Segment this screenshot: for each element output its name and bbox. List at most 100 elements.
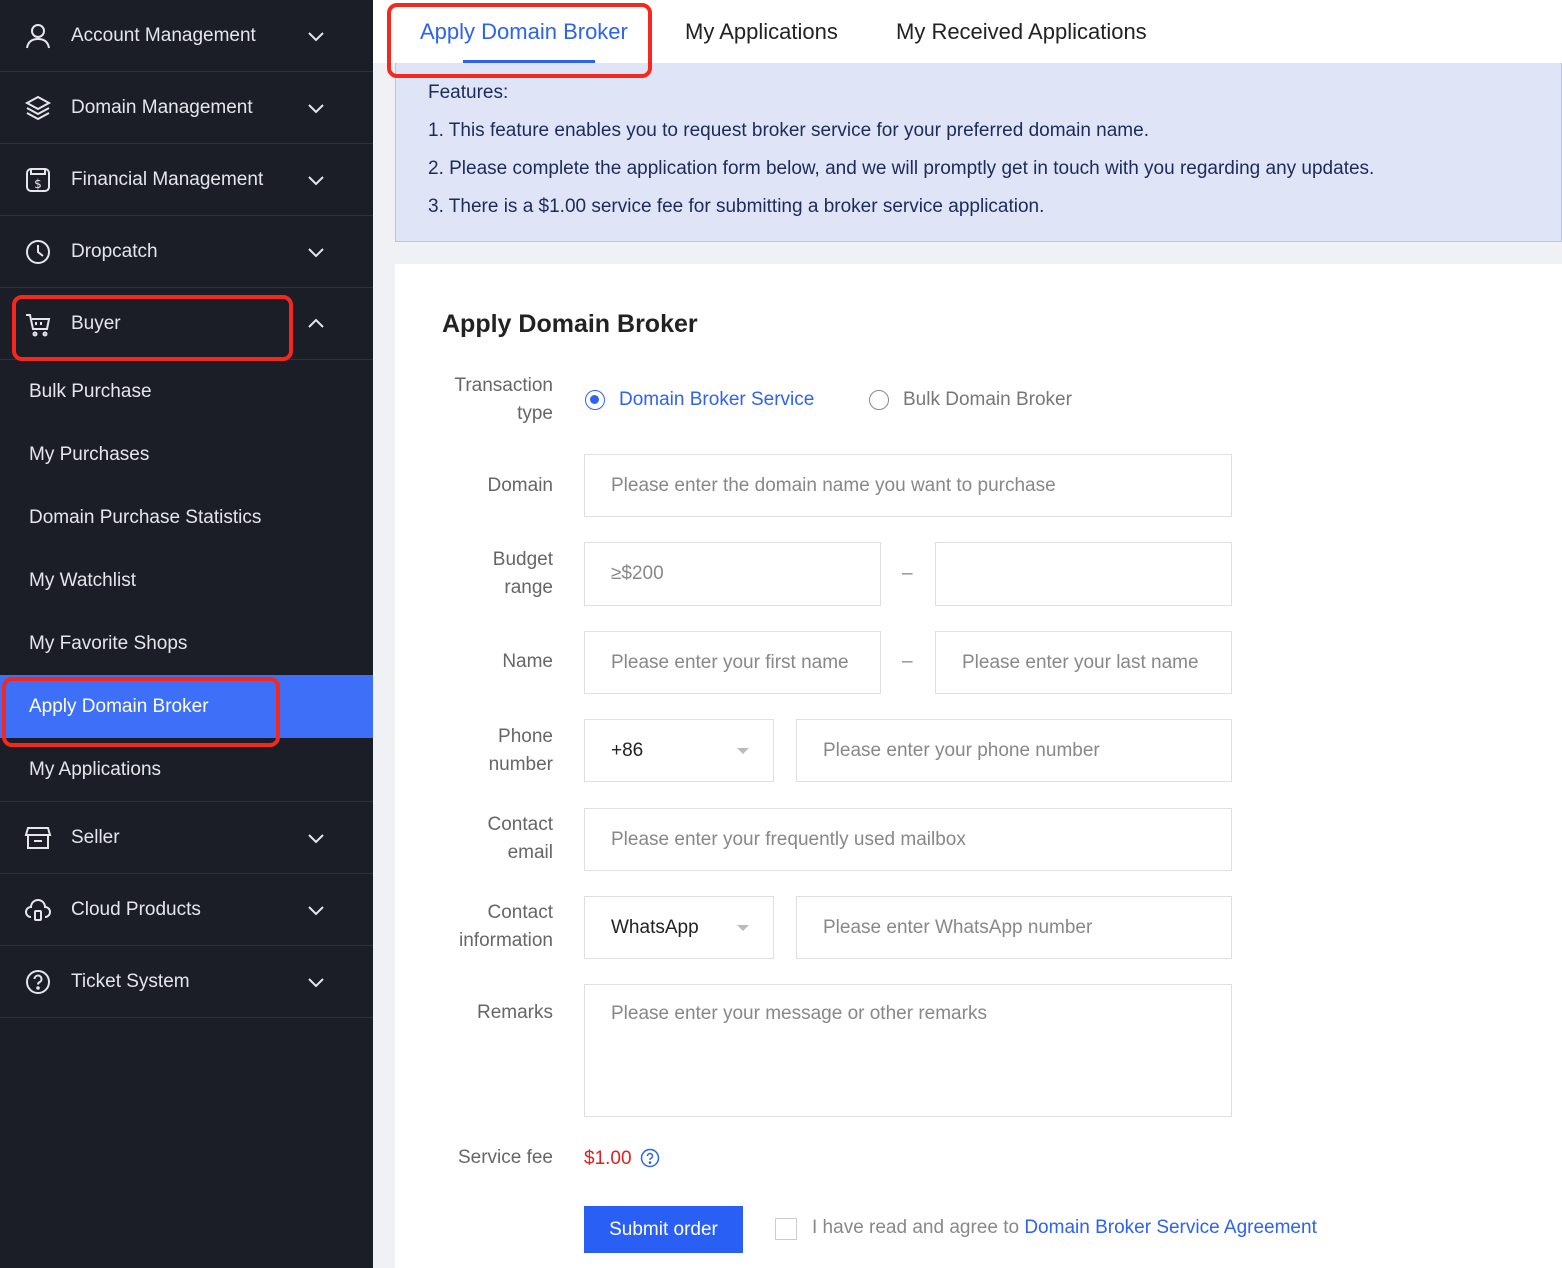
remarks-label: Remarks <box>476 1002 553 1023</box>
agreement-text: I have read and agree to Domain Broker S… <box>812 1217 1317 1239</box>
features-line: 2. Please complete the application form … <box>428 158 1375 179</box>
name-separator: – <box>902 651 913 672</box>
features-heading: Features: <box>428 82 509 103</box>
sidebar-group-account-management[interactable]: Account Management <box>0 0 373 72</box>
label-line: number <box>488 754 553 775</box>
label-line: email <box>507 842 553 863</box>
buyer-submenu: Bulk Purchase My Purchases Domain Purcha… <box>0 360 373 802</box>
sidebar-group-label: Seller <box>71 826 120 848</box>
sidebar-group-seller[interactable]: Seller <box>0 802 373 874</box>
cart-icon <box>24 310 52 338</box>
phone-input[interactable]: Please enter your phone number <box>796 719 1232 782</box>
country-code-value: +86 <box>611 739 644 761</box>
radio-label: Domain Broker Service <box>619 389 815 410</box>
sidebar: Account Management Domain Management $ F… <box>0 0 373 1268</box>
domain-input[interactable]: Please enter the domain name you want to… <box>584 454 1232 517</box>
question-icon[interactable] <box>640 1148 660 1168</box>
label-line: Contact <box>487 814 553 835</box>
sidebar-group-financial-management[interactable]: $ Financial Management <box>0 144 373 216</box>
tab-my-received-applications[interactable]: My Received Applications <box>896 0 1147 63</box>
store-icon <box>24 824 52 852</box>
last-name-input[interactable]: Please enter your last name <box>935 631 1232 694</box>
whatsapp-input[interactable]: Please enter WhatsApp number <box>796 896 1232 959</box>
chevron-down-icon <box>308 905 324 915</box>
sidebar-item-my-favorite-shops[interactable]: My Favorite Shops <box>0 612 373 675</box>
chevron-up-icon <box>308 318 324 328</box>
label-line: information <box>459 930 553 951</box>
label-line: Phone <box>498 726 553 747</box>
chevron-down-icon <box>308 103 324 113</box>
label-line: range <box>504 577 553 598</box>
radio-label: Bulk Domain Broker <box>903 389 1072 410</box>
budget-separator: – <box>902 563 913 584</box>
sidebar-item-my-purchases[interactable]: My Purchases <box>0 423 373 486</box>
label-line: Budget <box>492 549 553 570</box>
remarks-textarea[interactable]: Please enter your message or other remar… <box>584 984 1232 1117</box>
sidebar-group-label: Buyer <box>71 312 121 334</box>
contact-method-value: WhatsApp <box>611 916 699 938</box>
label-line: Transaction <box>454 375 553 396</box>
tab-bar: Apply Domain Broker My Applications My R… <box>373 0 1562 63</box>
service-fee-label: Service fee <box>457 1147 553 1168</box>
domain-label: Domain <box>487 475 553 496</box>
contact-method-select[interactable]: WhatsApp <box>584 896 774 959</box>
radio-circle <box>869 390 889 410</box>
sidebar-item-my-applications[interactable]: My Applications <box>0 738 373 801</box>
features-line: 1. This feature enables you to request b… <box>428 120 1149 141</box>
dollar-icon: $ <box>24 166 52 194</box>
help-icon <box>24 968 52 996</box>
phone-number-label: Phone number <box>413 723 553 779</box>
chevron-down-icon <box>308 175 324 185</box>
submit-order-button[interactable]: Submit order <box>584 1206 743 1253</box>
sidebar-group-label: Domain Management <box>71 96 253 118</box>
caret-down-icon <box>737 924 749 931</box>
cloud-icon <box>24 896 52 924</box>
svg-text:$: $ <box>34 177 42 191</box>
features-notice: Features: 1. This feature enables you to… <box>395 63 1562 242</box>
contact-information-label: Contact information <box>413 899 553 955</box>
sidebar-group-label: Ticket System <box>71 970 190 992</box>
budget-min-input[interactable]: ≥$200 <box>584 542 881 606</box>
sidebar-group-label: Dropcatch <box>71 240 158 262</box>
radio-circle-checked <box>585 390 605 410</box>
budget-max-input[interactable] <box>935 542 1232 606</box>
tab-apply-domain-broker[interactable]: Apply Domain Broker <box>420 0 628 63</box>
country-code-select[interactable]: +86 <box>584 719 774 782</box>
contact-email-label: Contact email <box>413 811 553 867</box>
tab-my-applications[interactable]: My Applications <box>685 0 838 63</box>
user-icon <box>24 22 52 50</box>
clock-icon <box>24 238 52 266</box>
name-label: Name <box>502 651 553 672</box>
transaction-type-label: Transaction type <box>413 372 553 428</box>
label-line: type <box>517 403 553 424</box>
email-input[interactable]: Please enter your frequently used mailbo… <box>584 808 1232 871</box>
features-line: 3. There is a $1.00 service fee for subm… <box>428 196 1045 217</box>
sidebar-group-label: Account Management <box>71 24 256 46</box>
sidebar-item-apply-domain-broker[interactable]: Apply Domain Broker <box>0 675 373 738</box>
sidebar-group-dropcatch[interactable]: Dropcatch <box>0 216 373 288</box>
agreement-link[interactable]: Domain Broker Service Agreement <box>1024 1217 1317 1238</box>
chevron-down-icon <box>308 977 324 987</box>
sidebar-group-label: Financial Management <box>71 168 264 190</box>
chevron-down-icon <box>308 247 324 257</box>
sidebar-group-ticket-system[interactable]: Ticket System <box>0 946 373 1018</box>
layers-icon <box>24 94 52 122</box>
chevron-down-icon <box>308 31 324 41</box>
chevron-down-icon <box>308 833 324 843</box>
caret-down-icon <box>737 747 749 754</box>
sidebar-item-bulk-purchase[interactable]: Bulk Purchase <box>0 360 373 423</box>
form-title: Apply Domain Broker <box>442 310 698 338</box>
label-line: Contact <box>487 902 553 923</box>
sidebar-group-domain-management[interactable]: Domain Management <box>0 72 373 144</box>
first-name-input[interactable]: Please enter your first name <box>584 631 881 694</box>
sidebar-item-domain-purchase-statistics[interactable]: Domain Purchase Statistics <box>0 486 373 549</box>
sidebar-group-cloud-products[interactable]: Cloud Products <box>0 874 373 946</box>
sidebar-group-buyer[interactable]: Buyer <box>0 288 373 360</box>
agree-checkbox[interactable] <box>775 1218 797 1240</box>
budget-range-label: Budget range <box>413 546 553 602</box>
radio-bulk-domain-broker[interactable]: Bulk Domain Broker <box>869 389 1072 411</box>
agreement-prefix: I have read and agree to <box>812 1217 1025 1238</box>
radio-domain-broker-service[interactable]: Domain Broker Service <box>585 389 814 411</box>
service-fee-value: $1.00 <box>584 1148 632 1169</box>
sidebar-item-my-watchlist[interactable]: My Watchlist <box>0 549 373 612</box>
